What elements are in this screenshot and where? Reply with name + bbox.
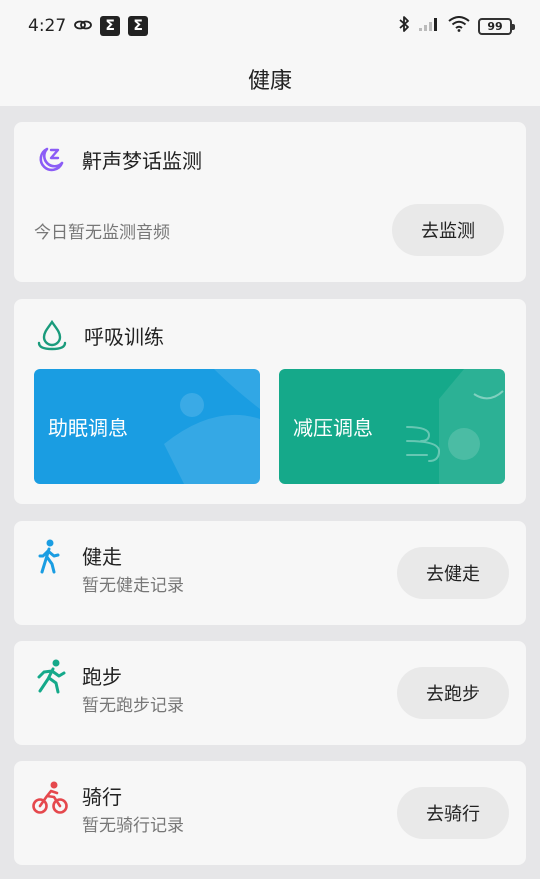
walking-title: 健走 (82, 545, 122, 569)
activity-card-cycling[interactable]: 骑行 暂无骑行记录 去骑行 (14, 761, 526, 865)
go-walking-button[interactable]: 去健走 (397, 547, 509, 599)
status-time: 4:27 (28, 16, 67, 36)
running-text: 跑步 暂无跑步记录 (82, 663, 184, 721)
cellular-signal-icon (418, 16, 440, 37)
bluetooth-icon (398, 15, 410, 38)
walking-text: 健走 暂无健走记录 (82, 543, 184, 601)
walking-icon (34, 539, 64, 575)
link-icon (74, 16, 93, 36)
wifi-icon (448, 15, 470, 37)
go-monitor-button[interactable]: 去监测 (392, 204, 504, 256)
activity-card-running[interactable]: 跑步 暂无跑步记录 去跑步 (14, 641, 526, 745)
status-right: 99 (398, 15, 515, 38)
status-left: 4:27 Σ Σ (28, 16, 149, 36)
sleep-breathing-label: 助眠调息 (48, 416, 128, 440)
water-drop-icon (36, 319, 68, 351)
status-bar: 4:27 Σ Σ 99 (0, 0, 540, 52)
breath-card-header: 呼吸训练 (36, 319, 164, 351)
running-title: 跑步 (82, 665, 122, 689)
go-cycling-button[interactable]: 去骑行 (397, 787, 509, 839)
running-icon (34, 659, 68, 695)
cycling-icon (32, 781, 68, 815)
activity-card-walking[interactable]: 健走 暂无健走记录 去健走 (14, 521, 526, 625)
walking-status: 暂无健走记录 (82, 576, 184, 596)
snore-monitor-card[interactable]: 鼾声梦话监测 今日暂无监测音频 去监测 (14, 122, 526, 282)
page-header: 健康 (0, 52, 540, 106)
stress-breathing-label: 减压调息 (293, 416, 373, 440)
breathing-training-card: 呼吸训练 助眠调息 减压调息 (14, 299, 526, 504)
snore-status-text: 今日暂无监测音频 (34, 223, 170, 243)
breath-card-title: 呼吸训练 (84, 324, 164, 349)
go-running-button[interactable]: 去跑步 (397, 667, 509, 719)
sleep-breathing-tile[interactable]: 助眠调息 (34, 369, 260, 484)
sigma-icon: Σ (100, 16, 121, 36)
battery-indicator: 99 (478, 17, 515, 35)
page-title: 健康 (247, 69, 292, 94)
stress-breathing-tile[interactable]: 减压调息 (279, 369, 505, 484)
moon-z-icon (36, 144, 66, 174)
snore-card-title: 鼾声梦话监测 (82, 148, 202, 173)
cycling-text: 骑行 暂无骑行记录 (82, 783, 184, 841)
cycling-status: 暂无骑行记录 (82, 816, 184, 836)
running-status: 暂无跑步记录 (82, 696, 184, 716)
cycling-title: 骑行 (82, 785, 122, 809)
snore-card-header: 鼾声梦话监测 (36, 144, 202, 174)
sigma-icon: Σ (128, 16, 149, 36)
